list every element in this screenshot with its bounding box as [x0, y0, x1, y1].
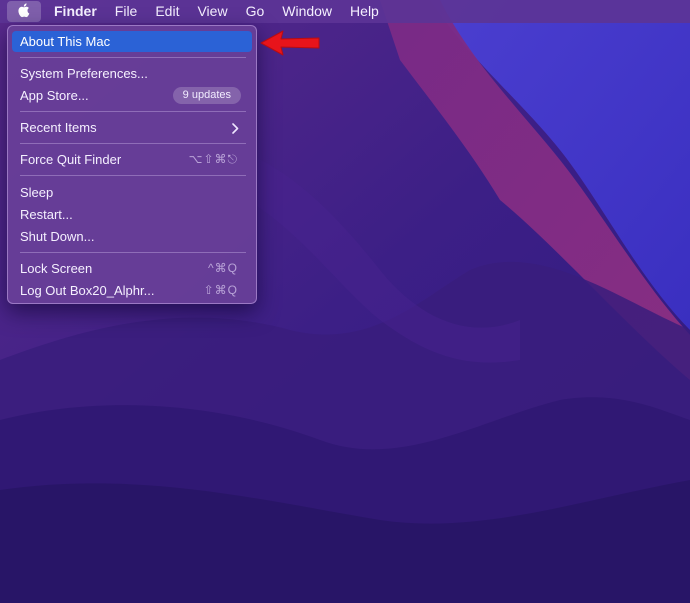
menubar-file[interactable]: File — [106, 0, 147, 23]
menubar-view[interactable]: View — [188, 0, 236, 23]
menu-separator — [20, 252, 246, 253]
menu-separator — [20, 111, 246, 112]
menu-item-sleep[interactable]: Sleep — [12, 182, 252, 203]
menu-item-label: Recent Items — [20, 120, 97, 135]
menu-item-label: Log Out Box20_Alphr... — [20, 283, 155, 298]
menu-item-label: Force Quit Finder — [20, 152, 122, 167]
menubar-edit[interactable]: Edit — [146, 0, 188, 23]
menu-item-about-this-mac[interactable]: About This Mac — [12, 31, 252, 52]
menubar-window[interactable]: Window — [273, 0, 341, 23]
menubar-go[interactable]: Go — [237, 0, 274, 23]
apple-menu-dropdown: About This Mac System Preferences... App… — [7, 25, 257, 304]
apple-logo-icon — [17, 2, 31, 21]
updates-badge: 9 updates — [172, 87, 241, 104]
menu-item-system-preferences[interactable]: System Preferences... — [12, 63, 252, 84]
menu-item-label: Sleep — [20, 185, 54, 200]
menu-item-log-out[interactable]: Log Out Box20_Alphr... ⇧⌘Q — [12, 280, 252, 301]
menubar-finder[interactable]: Finder — [45, 0, 106, 23]
menu-item-label: Restart... — [20, 207, 73, 222]
menu-item-label: Shut Down... — [20, 229, 95, 244]
menu-item-lock-screen[interactable]: Lock Screen ^⌘Q — [12, 258, 252, 279]
keyboard-shortcut: ⇧⌘Q — [203, 283, 238, 297]
menu-item-label: App Store... — [20, 88, 89, 103]
menu-item-label: Lock Screen — [20, 261, 93, 276]
menu-separator — [20, 175, 246, 176]
menu-item-recent-items[interactable]: Recent Items — [12, 117, 252, 138]
menu-item-app-store[interactable]: App Store... 9 updates — [12, 85, 252, 106]
left-arrow-icon — [259, 29, 323, 62]
menu-separator — [20, 143, 246, 144]
menu-item-shut-down[interactable]: Shut Down... — [12, 226, 252, 247]
menu-item-force-quit-finder[interactable]: Force Quit Finder ⌥⇧⌘⎋ — [12, 149, 252, 170]
chevron-right-icon — [232, 122, 239, 137]
menu-item-label: System Preferences... — [20, 66, 148, 81]
menu-separator — [20, 57, 246, 58]
keyboard-shortcut: ⌥⇧⌘⎋ — [188, 152, 238, 166]
keyboard-shortcut: ^⌘Q — [208, 261, 238, 275]
menu-item-label: About This Mac — [20, 34, 111, 49]
menu-item-restart[interactable]: Restart... — [12, 204, 252, 225]
menu-bar: Finder File Edit View Go Window Help — [0, 0, 690, 23]
menubar-help[interactable]: Help — [341, 0, 388, 23]
apple-menu-button[interactable] — [7, 1, 41, 22]
